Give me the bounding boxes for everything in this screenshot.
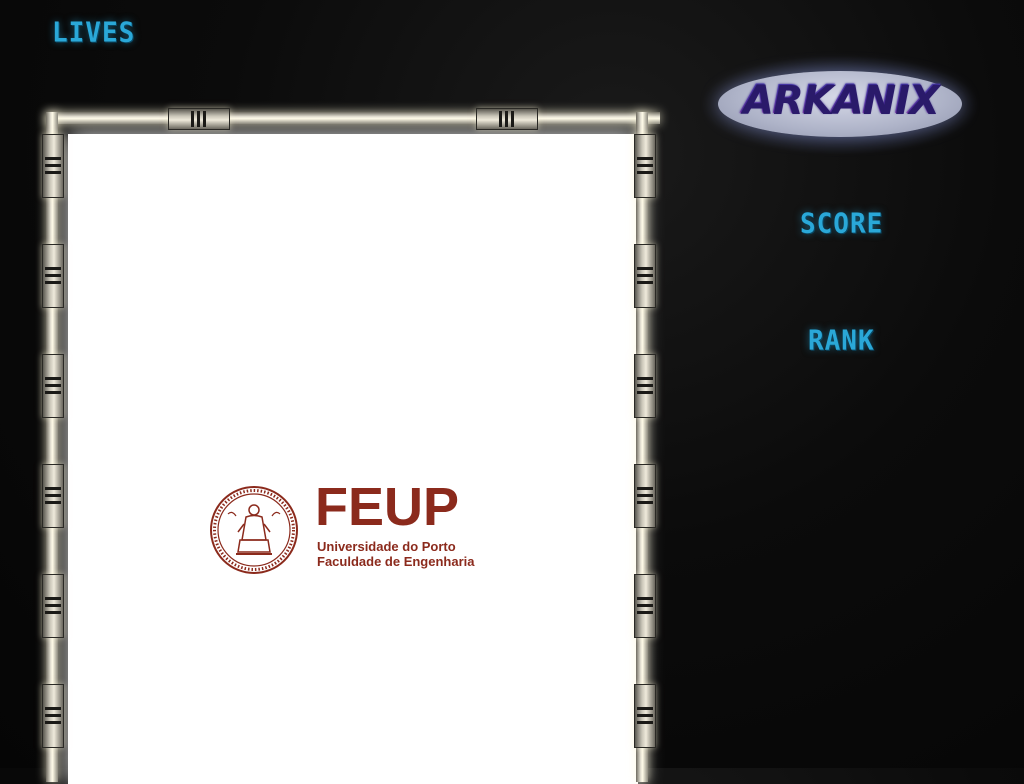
left-connector: [42, 354, 64, 418]
right-rail: [636, 112, 648, 782]
left-connector: [42, 134, 64, 198]
university-seal-icon: [210, 486, 298, 574]
top-connector: [476, 108, 538, 130]
feup-subtitle-faculty: Faculdade de Engenharia: [317, 554, 475, 569]
rank-label: RANK: [808, 325, 875, 357]
game-logo: ARKANIX: [700, 55, 980, 155]
left-connector: [42, 574, 64, 638]
left-connector: [42, 244, 64, 308]
play-field-area: [68, 134, 638, 784]
left-connector: [42, 684, 64, 748]
right-connector: [634, 134, 656, 198]
lives-label: LIVES: [52, 17, 136, 49]
right-connector: [634, 464, 656, 528]
feup-subtitle-university: Universidade do Porto: [317, 539, 456, 554]
play-field: [42, 108, 660, 784]
top-connector: [168, 108, 230, 130]
right-connector: [634, 574, 656, 638]
right-connector: [634, 354, 656, 418]
top-rail: [46, 112, 660, 124]
feup-title: FEUP: [315, 477, 460, 537]
logo-text: ARKANIX: [718, 77, 962, 123]
right-connector: [634, 244, 656, 308]
feup-logo: FEUP Universidade do Porto Faculdade de …: [208, 480, 478, 574]
left-rail: [46, 112, 58, 782]
left-connector: [42, 464, 64, 528]
right-connector: [634, 684, 656, 748]
score-label: SCORE: [800, 208, 884, 240]
